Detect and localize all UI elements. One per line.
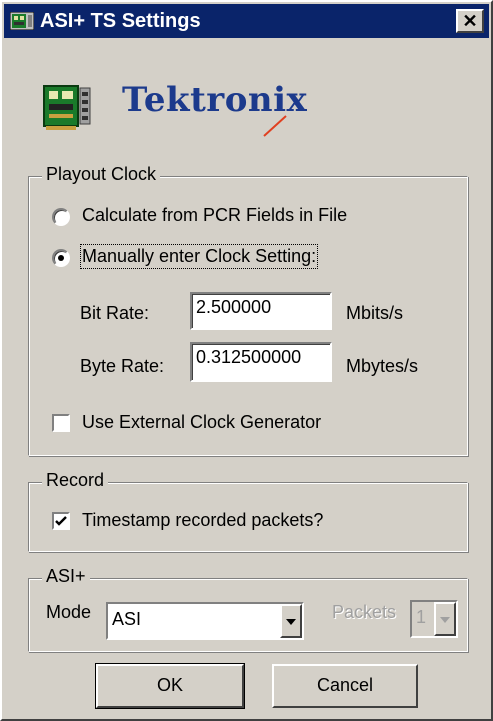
cancel-button-label: Cancel [316,675,374,695]
playout-clock-legend: Playout Clock [42,164,161,185]
mode-label: Mode [46,602,92,622]
title-bar[interactable]: ASI+ TS Settings ✕ [4,4,489,38]
settings-dialog: ASI+ TS Settings ✕ Tektronix Playout Clo… [0,0,493,721]
network-card-icon [9,11,35,35]
timestamp-checkbox[interactable] [52,512,70,530]
brand-accent-icon [262,114,288,143]
card-logo-icon [42,82,112,137]
byte-rate-input[interactable]: 0.312500000 [190,342,332,382]
packets-dropdown-button[interactable] [434,602,456,636]
manual-clock-radio[interactable] [52,249,70,267]
mode-dropdown-button[interactable] [280,604,302,638]
packets-select-value: 1 [416,607,427,627]
timestamp-label[interactable]: Timestamp recorded packets? [82,510,323,531]
byte-rate-label: Byte Rate: [80,356,165,376]
bit-rate-unit: Mbits/s [346,303,404,323]
ok-button[interactable]: OK [95,663,245,709]
window-title: ASI+ TS Settings [40,10,201,32]
bit-rate-input[interactable]: 2.500000 [190,292,332,330]
record-legend: Record [42,470,109,491]
mode-select-value: ASI [112,609,142,629]
close-icon: ✕ [462,11,478,31]
packets-label: Packets [332,602,397,622]
external-clock-checkbox[interactable] [52,414,70,432]
calculate-pcr-radio[interactable] [52,208,70,226]
manual-clock-label[interactable]: Manually enter Clock Setting: [79,244,319,269]
cancel-button[interactable]: Cancel [272,664,418,708]
external-clock-label[interactable]: Use External Clock Generator [82,412,321,433]
calculate-pcr-label[interactable]: Calculate from PCR Fields in File [82,205,347,226]
radio-selected-dot [58,255,64,261]
bit-rate-label: Bit Rate: [80,303,150,323]
byte-rate-unit: Mbytes/s [346,356,419,376]
close-button[interactable]: ✕ [456,9,484,33]
packets-select[interactable]: 1 [410,600,458,638]
asi-legend: ASI+ [42,566,90,587]
mode-select[interactable]: ASI [106,602,304,640]
ok-button-label: OK [156,675,183,695]
